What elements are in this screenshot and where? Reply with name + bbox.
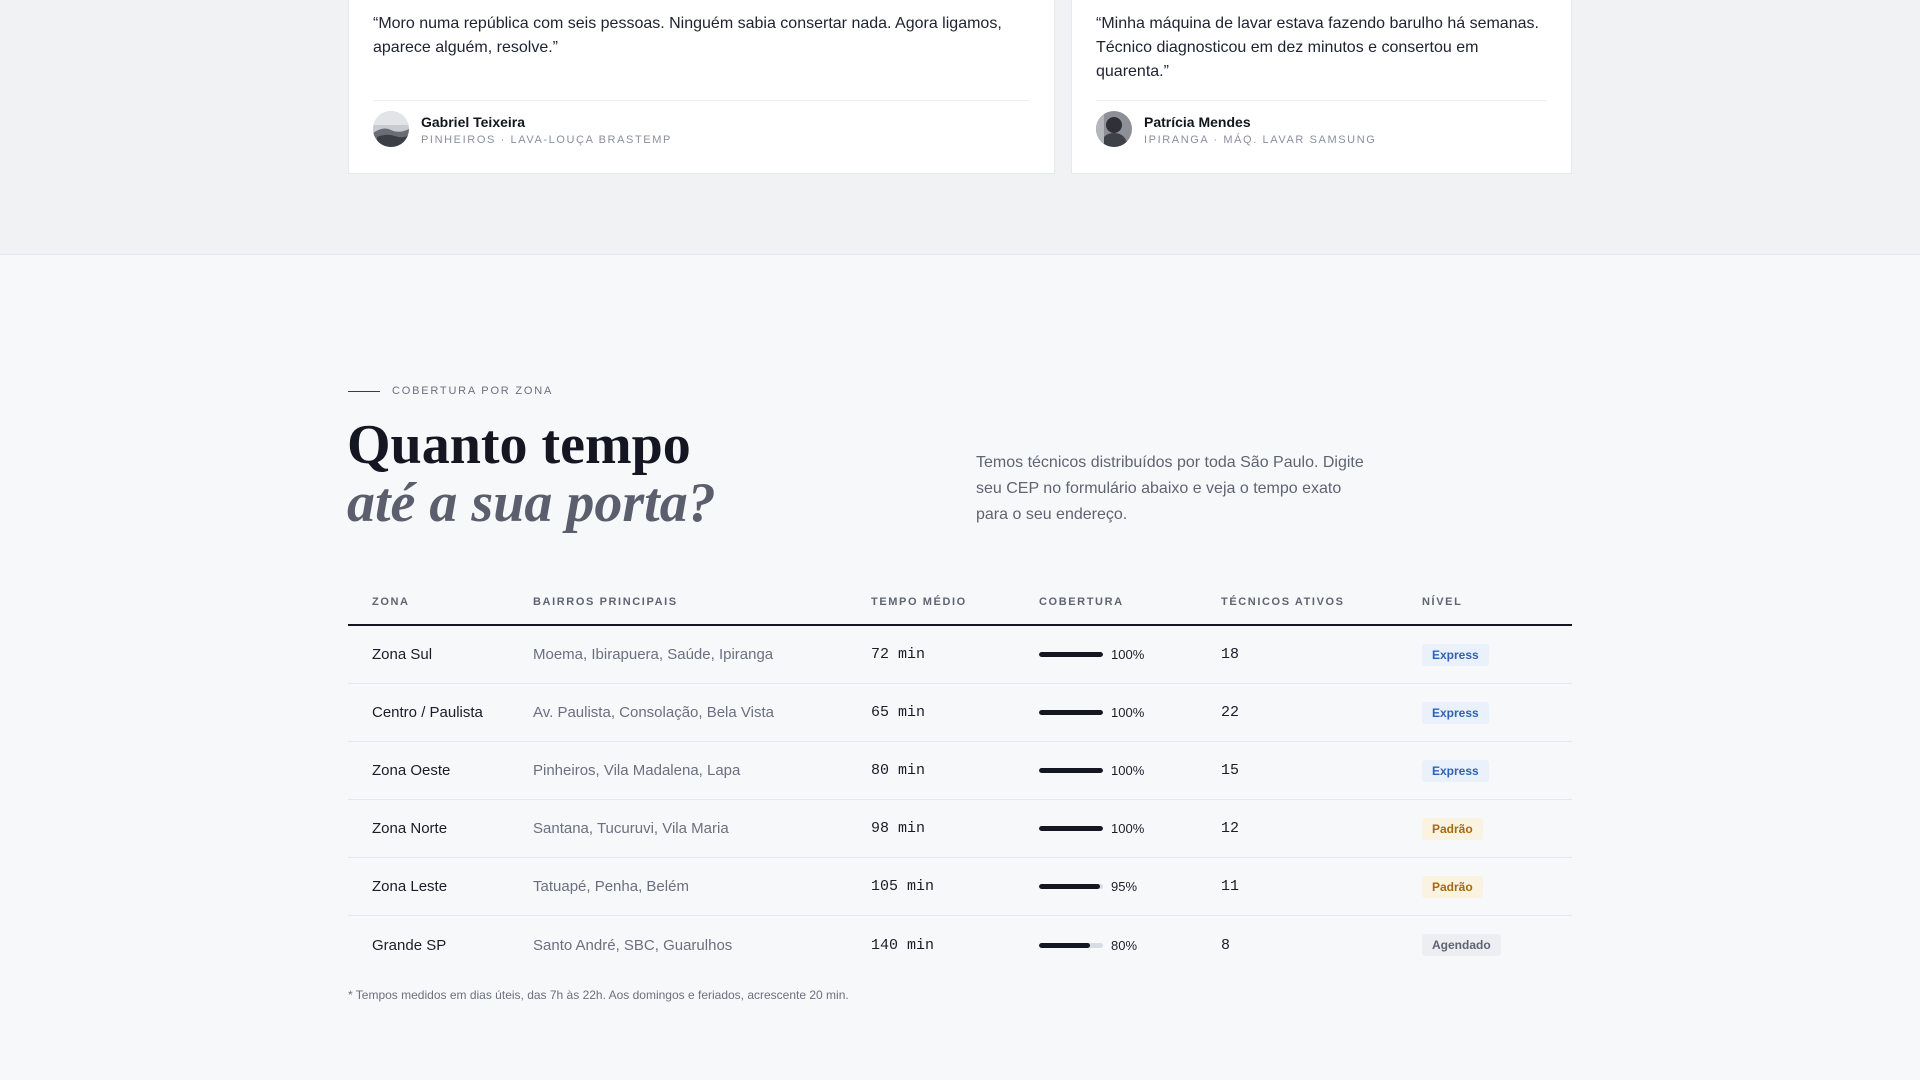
coverage-percent: 100% [1111,647,1145,662]
cell-cobertura: 95% [1039,879,1221,894]
cell-tecnicos: 15 [1221,762,1240,779]
cell-tempo: 72 min [871,646,926,663]
column-header-nivel: Nível [1422,596,1463,608]
cell-bairros: Tatuapé, Penha, Belém [533,878,689,895]
table-row: Grande SP Santo André, SBC, Guarulhos 140 … [348,916,1572,974]
cell-nivel: Express [1422,759,1572,782]
cell-tempo: 140 min [871,936,935,954]
cell-nivel: Padrão [1422,875,1572,898]
coverage-bar-fill [1039,826,1103,831]
coverage-bar-fill [1039,884,1100,889]
cell-zona: Centro / Paulista [372,704,483,721]
title-line-2: até a sua porta? [347,472,716,534]
column-header-tecnicos: Técnicos ativos [1221,596,1345,608]
table-header: Zona Bairros principais Tempo médio Cobe… [348,580,1572,626]
nivel-badge: Express [1422,643,1489,666]
eyebrow-line [348,390,380,392]
cell-tecnicos: 12 [1221,820,1240,837]
author-name: Patrícia Mendes [1144,113,1251,130]
testimonials-section: “Moro numa república com seis pessoas. N… [0,0,1920,255]
coverage-bar-fill [1039,942,1091,948]
cell-zona: Zona Leste [372,878,448,895]
divider [373,100,1030,101]
cell-nivel: Express [1422,643,1572,666]
column-header-zona: Zona [372,596,410,608]
coverage-bar-fill [1039,768,1103,773]
nivel-badge: Express [1422,759,1489,782]
coverage-percent: 100% [1111,705,1145,720]
cell-tempo: 98 min [871,820,926,837]
eyebrow-text: Cobertura por zona [392,385,554,397]
coverage-bar [1039,826,1103,831]
table-row: Zona Leste Tatuapé, Penha, Belém 105 min 95… [348,858,1572,916]
author-name: Gabriel Teixeira [421,113,526,130]
cell-tempo: 105 min [871,878,935,895]
cell-tecnicos: 11 [1221,878,1240,895]
cell-bairros: Pinheiros, Vila Madalena, Lapa [533,762,741,779]
cell-zona: Zona Norte [372,820,448,837]
coverage-bar [1039,884,1103,889]
coverage-bar [1039,710,1103,715]
author-meta: Pinheiros · Lava-louça Brastemp [421,133,672,146]
section-intro: Temos técnicos distribuídos por toda São… [976,454,1364,523]
section-title: Quanto tempo até a sua porta? [347,416,716,532]
cell-cobertura: 80% [1039,938,1221,953]
cell-tempo: 80 min [871,762,926,779]
cell-tecnicos: 8 [1221,936,1231,954]
coverage-percent: 100% [1111,821,1145,836]
coverage-bar [1039,652,1103,657]
cell-cobertura: 100% [1039,821,1221,836]
testimonial-card: “Moro numa república com seis pessoas. N… [348,0,1055,174]
table-row: Zona Oeste Pinheiros, Vila Madalena, Lapa… [348,742,1572,800]
table-footnote: * Tempos medidos em dias úteis, das 7h à… [348,988,849,1002]
coverage-table: Zona Bairros principais Tempo médio Cobe… [348,580,1572,974]
cell-nivel: Express [1422,701,1572,724]
cell-cobertura: 100% [1039,763,1221,778]
coverage-bar-fill [1039,652,1103,657]
cell-zona: Zona Oeste [372,762,451,779]
cell-bairros: Moema, Ibirapuera, Saúde, Ipiranga [533,646,774,663]
cell-tecnicos: 18 [1221,646,1240,663]
column-header-cobertura: Cobertura [1039,596,1124,608]
table-body: Zona Sul Moema, Ibirapuera, Saúde, Ipiran… [348,626,1572,974]
nivel-badge: Padrão [1422,817,1483,840]
cell-nivel: Agendado [1422,934,1572,956]
cell-zona: Grande SP [372,936,447,954]
testimonial-author: Patrícia Mendes Ipiranga · Máq. lavar Sa… [1096,111,1376,147]
avatar [1096,111,1132,147]
nivel-badge: Agendado [1422,934,1501,956]
cell-cobertura: 100% [1039,705,1221,720]
coverage-bar [1039,942,1103,948]
testimonial-card: “Minha máquina de lavar estava fazendo b… [1071,0,1572,174]
coverage-bar-fill [1039,710,1103,715]
cell-nivel: Padrão [1422,817,1572,840]
cell-zona: Zona Sul [372,646,433,663]
table-row: Zona Sul Moema, Ibirapuera, Saúde, Ipiran… [348,626,1572,684]
coverage-percent: 95% [1111,879,1138,894]
title-line-1: Quanto tempo [347,414,691,476]
coverage-bar [1039,768,1103,773]
table-row: Zona Norte Santana, Tucuruvi, Vila Maria 9… [348,800,1572,858]
testimonial-quote: “Minha máquina de lavar estava fazendo b… [1096,15,1539,80]
cell-cobertura: 100% [1039,647,1221,662]
divider [1096,100,1547,101]
cell-tempo: 65 min [871,704,926,721]
testimonial-author: Gabriel Teixeira Pinheiros · Lava-louça … [373,111,672,147]
cell-bairros: Santana, Tucuruvi, Vila Maria [533,820,729,837]
section-eyebrow: Cobertura por zona [348,385,553,397]
column-header-bairros: Bairros principais [533,596,678,608]
author-meta: Ipiranga · Máq. lavar Samsung [1144,133,1377,146]
nivel-badge: Express [1422,701,1489,724]
testimonial-quote: “Moro numa república com seis pessoas. N… [373,15,1002,56]
cell-bairros: Santo André, SBC, Guarulhos [533,936,733,954]
table-row: Centro / Paulista Av. Paulista, Consolaçã… [348,684,1572,742]
cell-bairros: Av. Paulista, Consolação, Bela Vista [533,704,774,721]
coverage-percent: 100% [1111,763,1145,778]
nivel-badge: Padrão [1422,875,1483,898]
avatar [373,111,409,147]
coverage-percent: 80% [1111,937,1138,953]
cell-tecnicos: 22 [1221,704,1240,721]
column-header-tempo: Tempo médio [871,596,967,608]
